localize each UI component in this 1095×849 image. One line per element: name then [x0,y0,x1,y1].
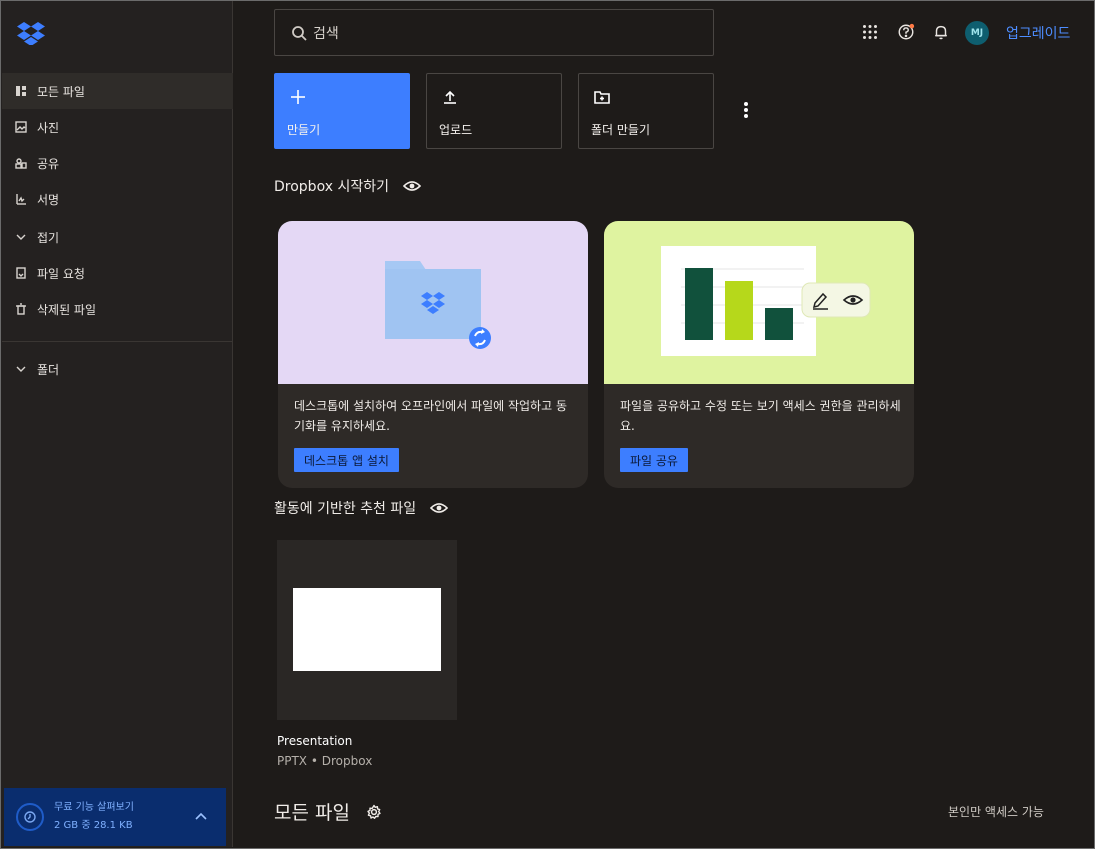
upload-button[interactable]: 업로드 [426,73,562,149]
upload-icon [441,88,459,106]
avatar[interactable]: MJ [965,21,989,45]
sidebar-divider [2,341,233,342]
search-placeholder: 검색 [313,25,339,42]
share-files-card: 파일을 공유하고 수정 또는 보기 액세스 권한을 관리하세요. 파일 공유 [604,221,914,488]
sidebar-item-label: 모든 파일 [37,84,85,99]
free-trial-banner[interactable]: 무료 기능 살펴보기 2 GB 중 28.1 KB [4,788,226,846]
sidebar-item-label: 파일 요청 [37,266,85,281]
sidebar-item-signatures[interactable]: 서명 [2,181,233,217]
sidebar: 모든 파일 사진 공유 서명 접기 파일 요청 삭제된 파일 폴더 무료 기능 … [1,1,233,847]
sidebar-item-folders[interactable]: 폴더 [2,351,233,387]
card-description: 파일을 공유하고 수정 또는 보기 액세스 권한을 관리하세요. [620,399,901,433]
presentation-preview [293,588,441,671]
share-file-button[interactable]: 파일 공유 [620,448,688,472]
create-folder-label: 폴더 만들기 [591,123,651,137]
search-icon [292,25,307,41]
getting-started-title: Dropbox 시작하기 [274,179,389,195]
sidebar-item-all-files[interactable]: 모든 파일 [2,73,233,109]
all-files-heading: 모든 파일 [274,798,382,825]
upload-label: 업로드 [439,123,473,137]
sidebar-item-photos[interactable]: 사진 [2,109,233,145]
shared-icon [14,156,28,170]
help-icon[interactable] [896,22,916,42]
sidebar-item-deleted-files[interactable]: 삭제된 파일 [2,291,233,327]
chevron-up-icon[interactable] [194,808,208,822]
getting-started-heading: Dropbox 시작하기 [274,176,421,196]
storage-usage: 2 GB 중 28.1 KB [54,820,133,831]
sidebar-item-label: 공유 [37,156,60,171]
all-files-title: 모든 파일 [274,802,350,824]
photo-icon [14,120,28,134]
apps-grid-icon[interactable] [860,22,880,42]
chevron-down-icon [14,230,28,244]
upgrade-link[interactable]: 업그레이드 [1006,23,1070,43]
desktop-sync-illustration [278,221,588,384]
card-description: 데스크톱에 설치하여 오프라인에서 파일에 작업하고 동기화를 유지하세요. [294,399,567,433]
sidebar-item-collapse[interactable]: 접기 [2,219,233,255]
sidebar-item-label: 서명 [37,192,60,207]
sidebar-item-label: 사진 [37,120,60,135]
create-button[interactable]: 만들기 [274,73,410,149]
notifications-bell-icon[interactable] [931,22,951,42]
sidebar-item-label: 삭제된 파일 [37,302,97,317]
search-input[interactable]: 검색 [274,9,714,56]
sidebar-item-file-requests[interactable]: 파일 요청 [2,255,233,291]
sidebar-item-label: 폴더 [37,362,60,377]
recommended-title: 활동에 기반한 추천 파일 [274,501,417,517]
trial-title: 무료 기능 살펴보기 [54,802,134,813]
create-label: 만들기 [287,123,321,137]
files-icon [14,84,28,98]
desktop-app-card: 데스크톱에 설치하여 오프라인에서 파일에 작업하고 동기화를 유지하세요. 데… [278,221,588,488]
recommended-heading: 활동에 기반한 추천 파일 [274,498,449,518]
file-request-icon [14,266,28,280]
file-thumbnail[interactable] [277,540,457,720]
sidebar-item-label: 접기 [37,230,60,245]
signature-icon [14,192,28,206]
file-meta: PPTX • Dropbox [277,754,373,768]
create-folder-button[interactable]: 폴더 만들기 [578,73,714,149]
file-name[interactable]: Presentation [277,734,352,748]
eye-icon[interactable] [402,180,421,192]
dropbox-logo-icon[interactable] [17,21,45,46]
share-chart-illustration [604,221,914,384]
trash-icon [14,302,28,316]
folder-plus-icon [593,88,611,106]
gear-icon[interactable] [366,804,382,820]
sidebar-item-shared[interactable]: 공유 [2,145,233,181]
more-options-icon[interactable] [736,100,756,120]
access-status: 본인만 액세스 가능 [948,805,1044,819]
storage-meter-icon [16,803,44,831]
chevron-down-icon [14,362,28,376]
eye-icon[interactable] [430,502,449,514]
plus-icon [289,88,307,106]
install-desktop-app-button[interactable]: 데스크톱 앱 설치 [294,448,399,472]
